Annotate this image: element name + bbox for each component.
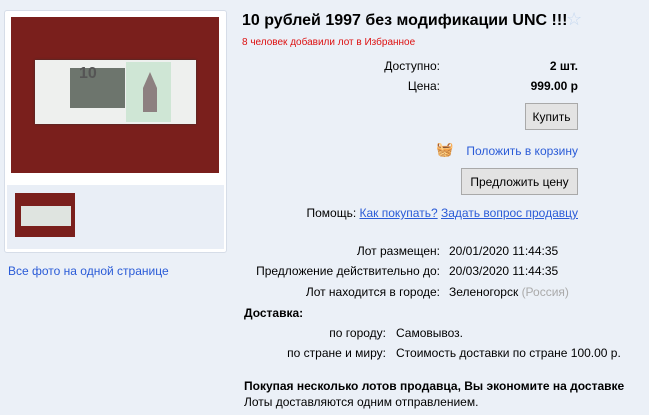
help-row: Помощь: Как покупать? Задать вопрос прод… [306, 206, 578, 220]
delivery-heading: Доставка: [244, 306, 304, 320]
help-label: Помощь: [306, 206, 357, 220]
price-label: Цена: [407, 79, 440, 93]
all-photos-link[interactable]: Все фото на одной странице [8, 264, 169, 278]
photo-gallery: 10 [4, 10, 227, 253]
price-value: 999.00 р [530, 79, 578, 93]
thumbnail[interactable] [15, 193, 75, 237]
ask-seller-link[interactable]: Задать вопрос продавцу [441, 206, 578, 220]
savings-heading: Покупая несколько лотов продавца, Вы эко… [244, 379, 625, 393]
posted-value: 20/01/2020 11:44:35 [449, 244, 559, 258]
how-to-buy-link[interactable]: Как покупать? [360, 206, 438, 220]
add-to-cart-link[interactable]: Положить в корзину [466, 144, 578, 158]
delivery-city-value: Самовывоз. [396, 326, 464, 340]
savings-note: Лоты доставляются одним отправлением. [244, 395, 479, 409]
lot-title: 10 рублей 1997 без модификации UNC !!! [242, 12, 568, 29]
buy-button[interactable]: Купить [525, 103, 578, 130]
country-name: (Россия) [521, 285, 569, 299]
available-label: Доступно: [384, 59, 440, 73]
main-photo[interactable]: 10 [11, 17, 219, 173]
favorites-note: 8 человек добавили лот в Избранное [242, 37, 416, 48]
favorite-star-icon[interactable]: ☆ [566, 9, 582, 30]
delivery-world-value: Стоимость доставки по стране 100.00 р. [396, 346, 621, 360]
valid-until-label: Предложение действительно до: [256, 264, 440, 278]
basket-add-icon[interactable]: 🧺 [436, 141, 453, 158]
city-value: Зеленогорск (Россия) [449, 285, 569, 299]
delivery-world-label: по стране и миру: [287, 346, 386, 360]
offer-price-button[interactable]: Предложить цену [461, 168, 578, 195]
banknote-image: 10 [35, 60, 196, 124]
posted-label: Лот размещен: [356, 244, 440, 258]
valid-until-value: 20/03/2020 11:44:35 [449, 264, 559, 278]
thumbnail-strip [7, 185, 224, 249]
city-name: Зеленогорск [449, 285, 519, 299]
city-label: Лот находится в городе: [305, 285, 440, 299]
delivery-city-label: по городу: [329, 326, 386, 340]
available-value: 2 шт. [549, 59, 578, 73]
